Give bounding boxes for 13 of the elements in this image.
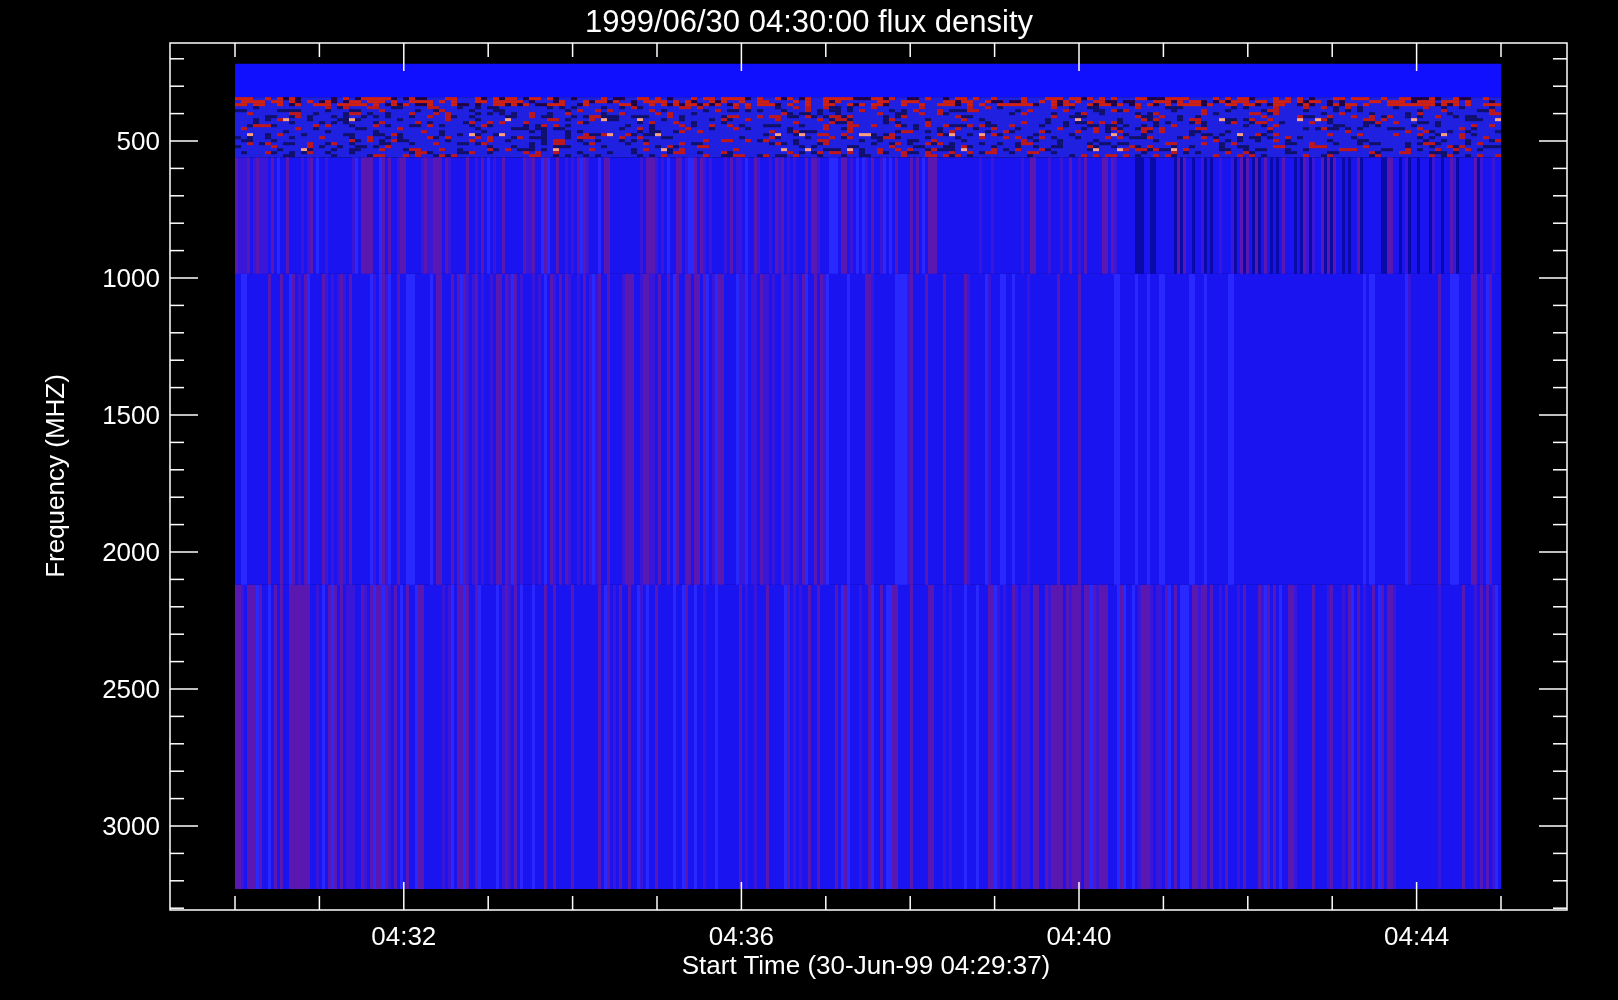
- x-tick-label: 04:32: [371, 921, 437, 951]
- x-tick-label: 04:40: [1046, 921, 1112, 951]
- y-tick-label: 1000: [102, 263, 160, 293]
- y-tick-label: 2000: [102, 537, 160, 567]
- y-tick-label: 2500: [102, 674, 160, 704]
- x-axis-label: Start Time (30-Jun-99 04:29:37): [681, 950, 1051, 980]
- y-tick-label: 500: [116, 126, 160, 156]
- x-tick-label: 04:44: [1384, 921, 1450, 951]
- y-axis-label: Frequency (MHZ): [40, 374, 70, 578]
- x-tick-label: 04:36: [708, 921, 774, 951]
- y-tick-label: 1500: [102, 400, 160, 430]
- chart-title: 1999/06/30 04:30:00 flux density: [584, 4, 1034, 39]
- y-tick-label: 3000: [102, 811, 160, 841]
